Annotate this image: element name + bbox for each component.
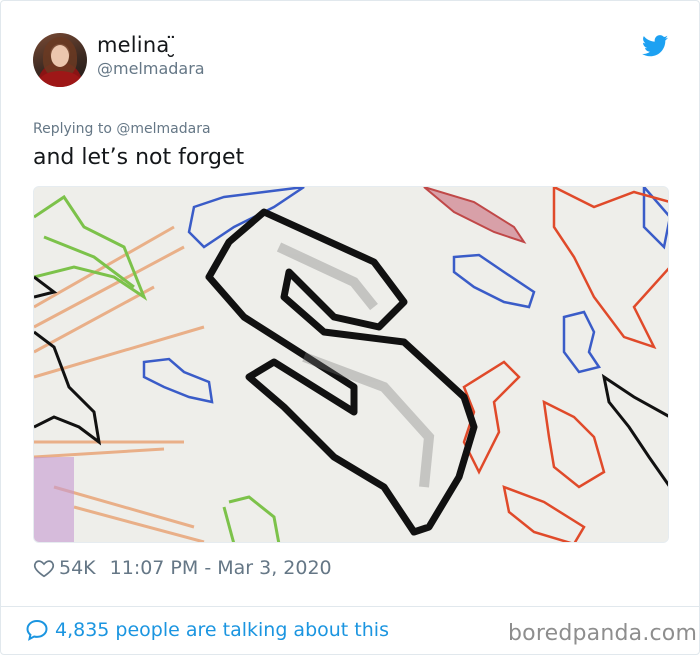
like-count[interactable]: 54K [59, 557, 96, 579]
heart-icon[interactable] [33, 557, 55, 579]
twitter-bird-icon[interactable] [642, 35, 668, 57]
divider [1, 606, 700, 607]
tweet-media-image[interactable] [33, 186, 669, 543]
author-handle[interactable]: @melmadara [97, 59, 205, 78]
replying-to[interactable]: Replying to @melmadara [33, 121, 211, 137]
watermark: boredpanda.com [508, 621, 698, 646]
author-name[interactable]: melina ̮̈ [97, 33, 176, 57]
graffiti-drawing [34, 187, 668, 542]
tweet-meta: 54K 11:07 PM - Mar 3, 2020 [33, 556, 332, 580]
talking-link[interactable]: 4,835 people are talking about this [25, 618, 389, 642]
tweet-card: melina ̮̈ @melmadara Replying to @melmad… [0, 0, 700, 655]
speech-bubble-icon [26, 619, 48, 641]
avatar-face [51, 45, 69, 67]
tweet-timestamp[interactable]: 11:07 PM - Mar 3, 2020 [110, 557, 332, 579]
tweet-text: and let’s not forget [33, 145, 245, 170]
avatar[interactable] [33, 33, 87, 87]
avatar-shirt [39, 71, 81, 87]
talking-text: 4,835 people are talking about this [55, 619, 389, 641]
